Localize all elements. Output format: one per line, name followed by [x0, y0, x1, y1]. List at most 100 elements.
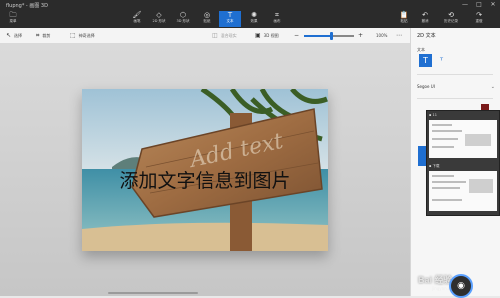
- tool-label: 重做: [475, 19, 483, 23]
- tool-label: 贴纸: [203, 19, 211, 23]
- watermark: Bai 经验: [418, 275, 453, 285]
- window-controls: — □ ✕: [458, 0, 500, 10]
- sticker-icon: ◎: [203, 11, 211, 19]
- divider: [417, 98, 493, 99]
- chat-icon: ◉: [457, 281, 465, 291]
- zoom-out-button[interactable]: −: [294, 31, 302, 40]
- zoom-slider-knob[interactable]: [330, 32, 333, 40]
- menu-button[interactable]: 🗀 菜单: [2, 11, 24, 27]
- redo-icon: ↷: [476, 11, 482, 19]
- thumb-line: [432, 199, 462, 201]
- zoom-in-button[interactable]: +: [358, 31, 366, 40]
- crop-button[interactable]: ⌗ 裁剪: [36, 31, 50, 40]
- title-bar: flupng* - 画图 3D — □ ✕ 🗀 菜单 🖌 画笔 ◇ 2D 形状 …: [0, 0, 500, 28]
- tool-label: 历史记录: [444, 19, 458, 23]
- image-artboard[interactable]: Add text 添加文字信息到图片: [82, 89, 328, 251]
- minimize-button[interactable]: —: [458, 0, 472, 10]
- magic-select-icon: ⬚: [70, 32, 76, 39]
- thumb-line: [432, 175, 454, 177]
- popup-row-label: 下载: [432, 164, 440, 168]
- window-title: flupng* - 画图 3D: [6, 3, 48, 9]
- thumb-line: [432, 146, 454, 148]
- undo-icon: ↶: [422, 11, 428, 19]
- folder-icon: 🗀: [9, 11, 17, 19]
- plus-icon: +: [358, 32, 364, 39]
- tool-canvas[interactable]: ⌗ 画布: [266, 11, 288, 27]
- divider: [417, 74, 493, 75]
- maximize-button[interactable]: □: [472, 0, 486, 10]
- zoom-slider-fill: [304, 35, 332, 37]
- popup-row[interactable]: ▪ 下载: [429, 163, 497, 170]
- thumb-line: [432, 130, 462, 132]
- brush-icon: 🖌: [132, 11, 142, 19]
- paste-button[interactable]: 📋 粘贴: [393, 11, 415, 27]
- mixed-reality-button[interactable]: ◫ 混合现实: [212, 31, 237, 40]
- thumb-block: [469, 179, 493, 193]
- tool-label: 2D 形状: [152, 19, 166, 23]
- menu-label: 菜单: [9, 19, 17, 23]
- panel-title: 2D 文本: [417, 33, 436, 39]
- tool-2d-shapes[interactable]: ◇ 2D 形状: [148, 11, 170, 27]
- canvas-icon: ⌗: [275, 11, 279, 19]
- more-button[interactable]: ⋯: [396, 31, 405, 40]
- font-dropdown[interactable]: Segoe UI ⌄: [417, 83, 495, 91]
- history-button[interactable]: ⟲ 历史记录: [440, 11, 462, 27]
- tool-3d-shapes[interactable]: ⬡ 3D 形状: [172, 11, 194, 27]
- 3d-text-icon: ᵀ: [439, 56, 444, 65]
- text-icon: T: [227, 11, 233, 19]
- popup-row-label: 11: [432, 113, 437, 117]
- mixed-reality-label: 混合现实: [220, 32, 237, 38]
- thumb-line: [432, 181, 466, 183]
- tool-label: 粘贴: [400, 19, 408, 23]
- magic-select-label: 神奇选择: [78, 32, 95, 38]
- zoom-value: 100%: [376, 33, 388, 38]
- 2d-text-button[interactable]: T: [419, 54, 432, 67]
- beach-photo: Add text 添加文字信息到图片: [82, 89, 328, 251]
- minus-icon: −: [294, 32, 300, 39]
- close-button[interactable]: ✕: [486, 0, 500, 10]
- fill-toggle[interactable]: [418, 146, 426, 166]
- thumb-line: [432, 124, 452, 126]
- 3d-view-button[interactable]: ▣ 3D 视图: [255, 31, 279, 40]
- crop-label: 裁剪: [42, 32, 51, 38]
- tool-effects[interactable]: ✺ 效果: [243, 11, 265, 27]
- thumb-block: [465, 134, 491, 146]
- tool-label: 效果: [250, 19, 258, 23]
- zoom-slider[interactable]: [304, 32, 354, 40]
- horizontal-scrollbar[interactable]: [108, 292, 198, 294]
- 3d-view-icon: ▣: [255, 32, 261, 39]
- tool-label: 撤消: [421, 19, 429, 23]
- history-icon: ⟲: [448, 11, 454, 19]
- tool-sticker[interactable]: ◎ 贴纸: [196, 11, 218, 27]
- magic-select-button[interactable]: ⬚ 神奇选择: [70, 31, 95, 40]
- overlay-caption[interactable]: 添加文字信息到图片: [119, 170, 290, 192]
- effects-icon: ✺: [251, 11, 257, 19]
- more-icon: ⋯: [396, 32, 402, 39]
- tool-label: 3D 形状: [176, 19, 190, 23]
- 3d-text-button[interactable]: ᵀ: [435, 54, 448, 67]
- preview-thumbnail[interactable]: [429, 171, 497, 211]
- text-icon: T: [423, 56, 428, 65]
- crop-icon: ⌗: [36, 31, 40, 39]
- text-type-label: 文本: [417, 47, 425, 52]
- select-button[interactable]: ↖ 选择: [6, 31, 22, 40]
- preview-thumbnail[interactable]: [429, 120, 497, 158]
- 3d-shapes-icon: ⬡: [179, 11, 187, 19]
- tool-brush[interactable]: 🖌 画笔: [126, 11, 148, 27]
- font-name: Segoe UI: [417, 84, 435, 89]
- cursor-icon: ↖: [6, 32, 12, 39]
- popup-row[interactable]: ▪ 11: [429, 112, 497, 119]
- tool-text[interactable]: T 文本: [219, 11, 241, 27]
- thumb-line: [432, 138, 458, 140]
- tool-label: 文本: [226, 19, 234, 23]
- undo-button[interactable]: ↶ 撤消: [414, 11, 436, 27]
- tool-label: 画布: [273, 19, 281, 23]
- chevron-down-icon: ⌄: [490, 84, 495, 90]
- thumb-line: [432, 187, 460, 189]
- 3d-view-label: 3D 视图: [263, 32, 279, 38]
- redo-button[interactable]: ↷ 重做: [468, 11, 490, 27]
- chat-fab[interactable]: ◉: [449, 274, 473, 298]
- 2d-shapes-icon: ◇: [156, 11, 162, 19]
- paste-icon: 📋: [399, 11, 409, 19]
- preview-popup: ▪ 11 ▪ 下载: [426, 110, 500, 216]
